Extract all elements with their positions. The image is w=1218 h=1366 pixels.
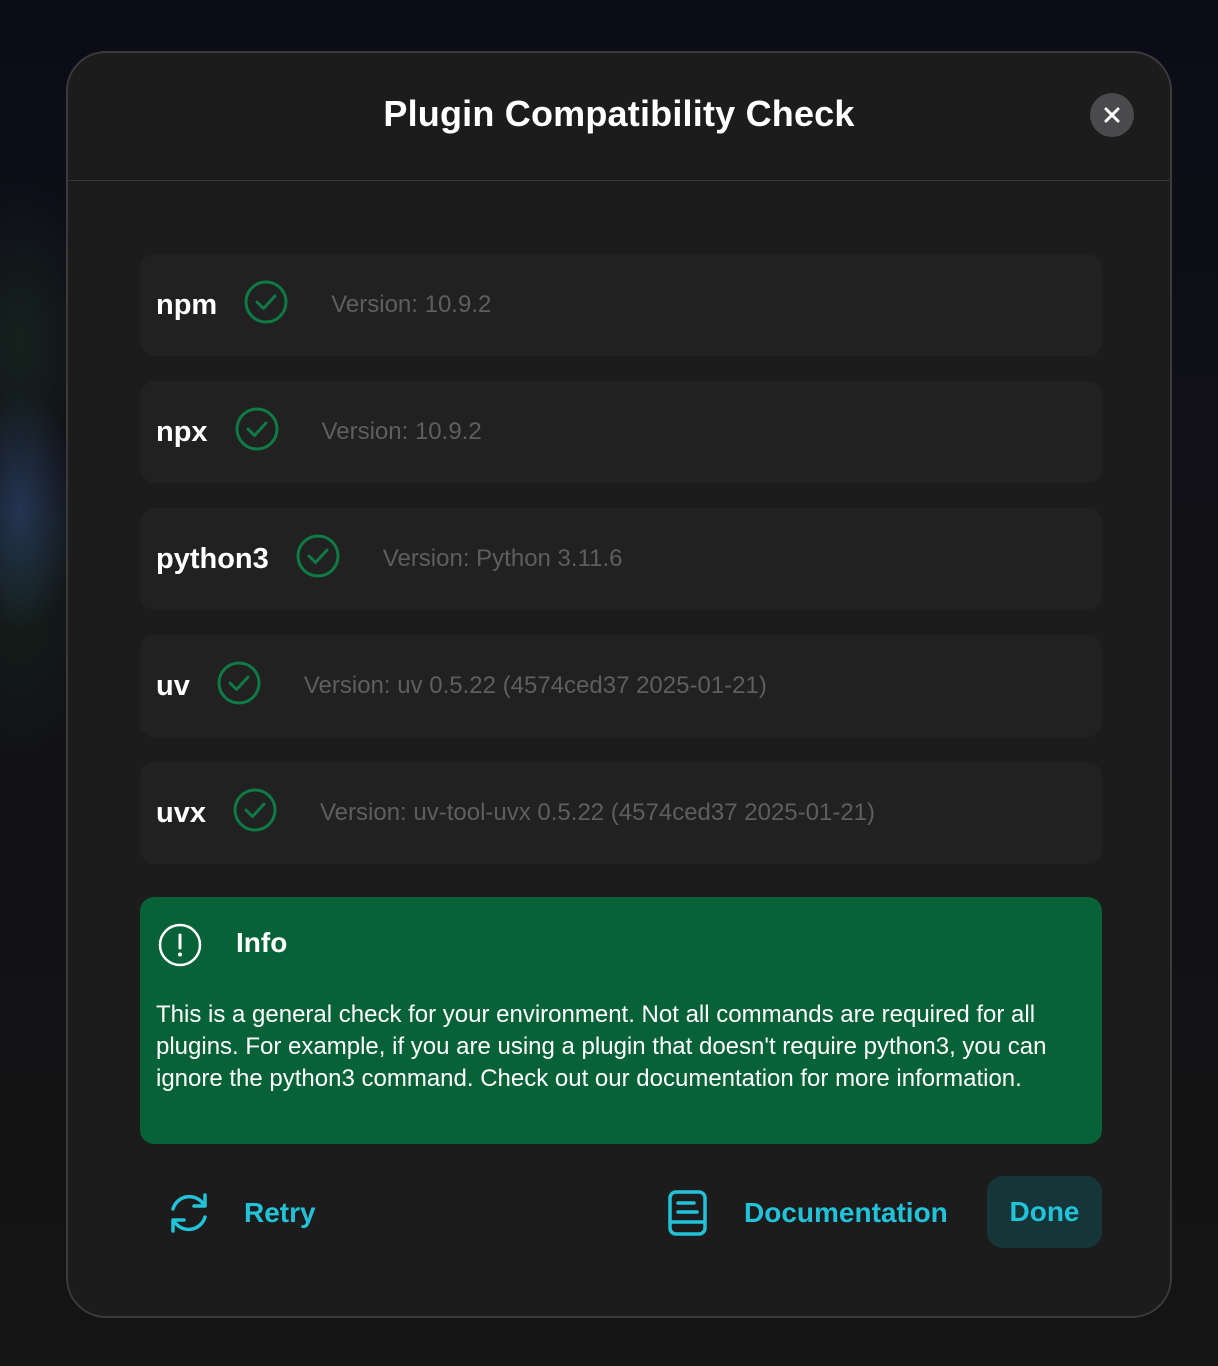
- dialog-header: Plugin Compatibility Check: [68, 53, 1170, 181]
- command-name: npx: [156, 415, 208, 448]
- check-circle-icon: [235, 407, 279, 451]
- check-row-npm: npm Version: 10.9.2: [140, 254, 1102, 356]
- done-button[interactable]: Done: [987, 1176, 1102, 1248]
- version-text: Version: 10.9.2: [321, 418, 482, 445]
- check-circle-icon: [217, 661, 261, 705]
- info-title: Info: [236, 927, 288, 958]
- version-text: Version: uv-tool-uvx 0.5.22 (4574ced37 2…: [319, 799, 876, 826]
- compatibility-dialog: Plugin Compatibility Check npm Version: …: [66, 51, 1172, 1318]
- check-row-uv: uv Version: uv 0.5.22 (4574ced37 2025-01…: [140, 635, 1102, 737]
- close-icon: [1104, 107, 1120, 123]
- command-name: uv: [156, 669, 190, 702]
- command-name: npm: [156, 288, 218, 321]
- check-circle-icon: [233, 788, 277, 832]
- version-text: Version: uv 0.5.22 (4574ced37 2025-01-21…: [303, 672, 767, 699]
- documentation-label: Documentation: [744, 1197, 948, 1228]
- dialog-title: Plugin Compatibility Check: [383, 93, 855, 134]
- retry-button[interactable]: Retry: [164, 1187, 316, 1239]
- check-row-python3: python3 Version: Python 3.11.6: [140, 508, 1102, 610]
- info-panel: Info This is a general check for your en…: [140, 897, 1102, 1144]
- document-icon: [668, 1190, 707, 1236]
- alert-circle-icon: [158, 923, 202, 967]
- retry-label: Retry: [244, 1197, 316, 1228]
- info-message: This is a general check for your environ…: [156, 1001, 1047, 1092]
- refresh-icon: [171, 1193, 207, 1233]
- check-circle-icon: [296, 534, 340, 578]
- close-button[interactable]: [1090, 93, 1134, 137]
- check-circle-icon: [244, 280, 288, 324]
- check-row-uvx: uvx Version: uv-tool-uvx 0.5.22 (4574ced…: [140, 762, 1102, 864]
- version-text: Version: Python 3.11.6: [382, 545, 623, 572]
- command-name: uvx: [156, 796, 206, 829]
- version-text: Version: 10.9.2: [331, 291, 492, 318]
- command-name: python3: [156, 542, 269, 575]
- check-list: npm Version: 10.9.2 npx Version: 10.9.2 …: [140, 254, 1102, 889]
- documentation-button[interactable]: Documentation: [666, 1187, 948, 1239]
- check-row-npx: npx Version: 10.9.2: [140, 381, 1102, 483]
